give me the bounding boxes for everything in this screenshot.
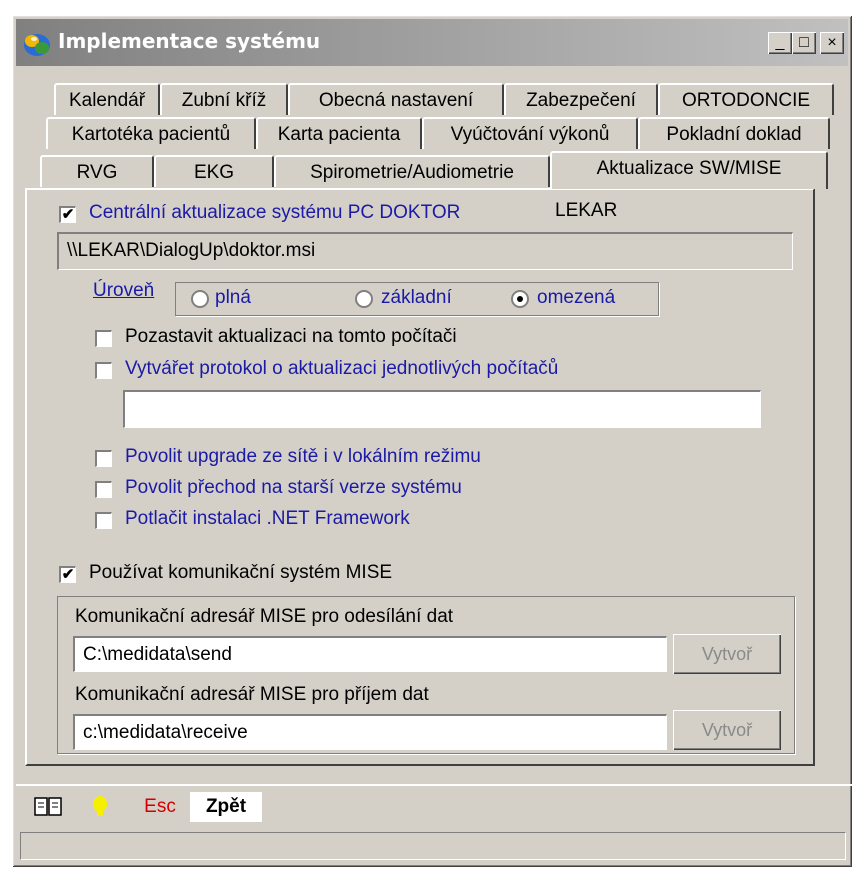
app-logo-icon xyxy=(24,34,50,56)
allow-upgrade-checkbox[interactable] xyxy=(95,450,112,467)
allow-downgrade-checkbox[interactable] xyxy=(95,481,112,498)
bottom-toolbar: Esc Zpět xyxy=(16,786,852,826)
tab-spirometrie[interactable]: Spirometrie/Audiometrie xyxy=(274,155,550,187)
hint-button[interactable] xyxy=(78,792,122,822)
lightbulb-icon xyxy=(93,796,107,816)
minimize-button[interactable]: _ xyxy=(768,32,792,54)
esc-button[interactable]: Esc xyxy=(132,792,188,822)
tab-row-3: RVG EKG Spirometrie/Audiometrie Aktualiz… xyxy=(12,151,852,189)
tab-ekg[interactable]: EKG xyxy=(154,155,274,187)
back-button[interactable]: Zpět xyxy=(190,792,262,822)
tab-kalendar[interactable]: Kalendář xyxy=(54,83,160,115)
allow-downgrade-label: Povolit přechod na starší verze systému xyxy=(125,477,462,498)
level-radio-full[interactable] xyxy=(191,290,209,308)
level-option-basic: základní xyxy=(381,287,452,308)
level-option-limited: omezená xyxy=(537,287,616,308)
send-dir-label: Komunikační adresář MISE pro odesílání d… xyxy=(75,606,454,627)
allow-upgrade-label: Povolit upgrade ze sítě i v lokálním rež… xyxy=(125,446,481,467)
tab-panel-aktualizace: ✔ Centrální aktualizace systému PC DOKTO… xyxy=(25,188,815,766)
tab-obecna-nastaveni[interactable]: Obecná nastavení xyxy=(288,83,504,115)
central-update-label: Centrální aktualizace systému PC DOKTOR xyxy=(89,202,461,223)
level-radio-basic[interactable] xyxy=(355,290,373,308)
maximize-button[interactable]: □ xyxy=(792,32,816,54)
level-option-full: plná xyxy=(215,287,251,308)
tab-zabezpeceni[interactable]: Zabezpečení xyxy=(504,83,658,115)
tab-row-1: Kalendář Zubní kříž Obecná nastavení Zab… xyxy=(12,83,852,117)
level-radio-limited[interactable] xyxy=(511,290,529,308)
receive-dir-input[interactable]: c:\medidata\receive xyxy=(73,714,667,750)
tab-ortodoncie[interactable]: ORTODONCIE xyxy=(658,83,834,115)
minimize-icon: _ xyxy=(775,34,785,51)
book-icon xyxy=(34,797,62,816)
send-dir-input[interactable]: C:\medidata\send xyxy=(73,636,667,672)
window-title: Implementace systému xyxy=(58,29,321,53)
maximize-icon: □ xyxy=(799,34,809,51)
use-mise-checkbox[interactable]: ✔ xyxy=(59,566,76,583)
create-protocol-label: Vytvářet protokol o aktualizaci jednotli… xyxy=(125,358,559,379)
help-book-button[interactable] xyxy=(30,792,66,822)
receive-dir-label: Komunikační adresář MISE pro příjem dat xyxy=(75,684,429,705)
create-receive-dir-button[interactable]: Vytvoř xyxy=(673,710,781,750)
title-bar[interactable]: Implementace systému _ □ × xyxy=(16,19,848,66)
tab-rvg[interactable]: RVG xyxy=(40,155,154,187)
protocol-path-input[interactable] xyxy=(123,390,761,428)
close-icon: × xyxy=(827,34,837,51)
msi-path-field[interactable]: \\LEKAR\DialogUp\doktor.msi xyxy=(57,232,793,270)
create-protocol-checkbox[interactable] xyxy=(95,362,112,379)
close-button[interactable]: × xyxy=(820,32,844,54)
computer-name: LEKAR xyxy=(555,200,618,221)
level-label: Úroveň xyxy=(93,280,155,301)
status-bar xyxy=(20,832,846,860)
suppress-net-label: Potlačit instalaci .NET Framework xyxy=(125,508,410,529)
tab-aktualizace-sw-mise[interactable]: Aktualizace SW/MISE xyxy=(550,151,828,189)
tab-pokladni-doklad[interactable]: Pokladní doklad xyxy=(638,117,830,149)
pause-update-label: Pozastavit aktualizaci na tomto počítači xyxy=(125,326,457,347)
tab-karta-pacienta[interactable]: Karta pacienta xyxy=(256,117,422,149)
tab-kartoteka-pacientu[interactable]: Kartotéka pacientů xyxy=(46,117,256,149)
create-send-dir-button[interactable]: Vytvoř xyxy=(673,634,781,674)
suppress-net-checkbox[interactable] xyxy=(95,512,112,529)
tab-row-2: Kartotéka pacientů Karta pacienta Vyúčto… xyxy=(12,117,852,151)
central-update-checkbox[interactable]: ✔ xyxy=(59,206,76,223)
use-mise-label: Používat komunikační systém MISE xyxy=(89,562,393,583)
tab-vyuctovani-vykonu[interactable]: Vyúčtování výkonů xyxy=(422,117,638,149)
pause-update-checkbox[interactable] xyxy=(95,330,112,347)
tab-zubni-kriz[interactable]: Zubní kříž xyxy=(160,83,288,115)
